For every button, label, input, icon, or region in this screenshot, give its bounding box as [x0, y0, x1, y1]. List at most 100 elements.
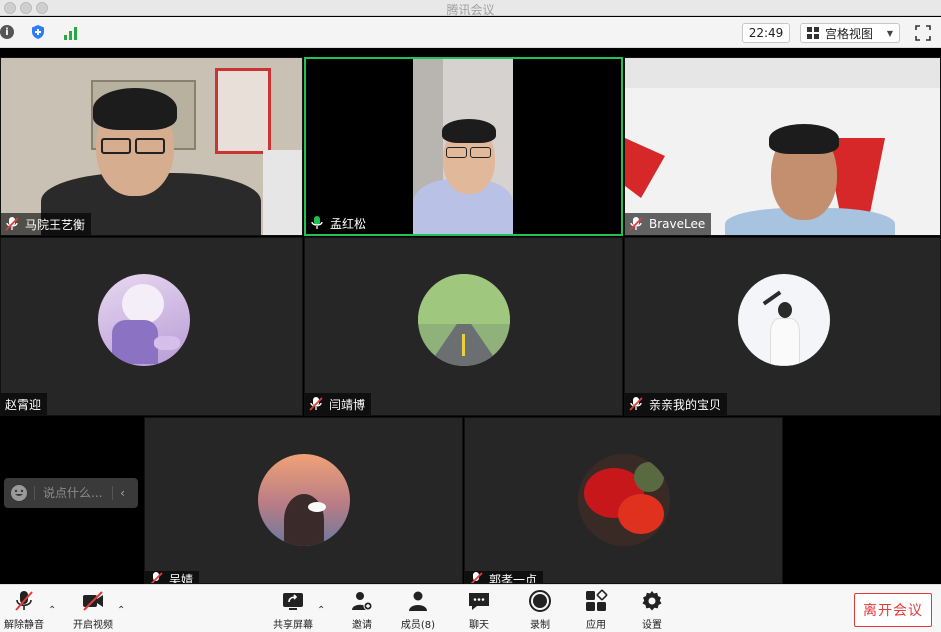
glasses	[101, 138, 131, 154]
unmute-button[interactable]: 解除静音	[0, 589, 48, 631]
chat-icon	[469, 593, 489, 610]
video-tile[interactable]: 亲亲我的宝贝	[624, 237, 941, 416]
avatar-figure	[112, 320, 158, 364]
participant-name-tag: 吴婧	[145, 571, 200, 583]
apps-icon	[586, 589, 608, 611]
mic-muted-icon	[629, 396, 643, 412]
record-icon	[529, 590, 551, 612]
members-label: 成员(8)	[400, 620, 436, 631]
video-tile[interactable]: 闫靖博	[304, 237, 623, 416]
mic-muted-icon	[629, 216, 643, 232]
video-tile[interactable]: 马院王艺衡	[0, 57, 303, 236]
camera-off-icon	[83, 591, 103, 611]
participant-name-tag: 赵霄迎	[1, 393, 48, 415]
person-hair	[442, 119, 496, 143]
participant-name: 郭孝一贞	[489, 573, 538, 583]
avatar-bow	[308, 502, 326, 512]
chat-input-box: ‹	[4, 478, 138, 508]
leave-meeting-button[interactable]: 离开会议	[854, 593, 932, 627]
chat-label: 聊天	[469, 620, 489, 631]
mic-active-icon	[310, 215, 324, 231]
avatar-flowers	[154, 336, 180, 350]
participant-name-tag: 郭孝一贞	[465, 571, 544, 583]
add-user-icon	[352, 592, 373, 611]
window-title: 腾讯会议	[446, 3, 495, 17]
avatar-trees	[418, 274, 510, 324]
participant-avatar	[98, 274, 190, 366]
chevron-up-icon[interactable]: ⌃	[48, 605, 58, 616]
video-tile[interactable]: 赵霄迎	[0, 237, 303, 416]
glasses	[470, 147, 491, 158]
share-screen-label: 共享屏幕	[273, 620, 313, 631]
info-icon[interactable]: i	[0, 25, 14, 39]
apps-button[interactable]: 应用	[572, 589, 620, 631]
meeting-clock: 22:49	[742, 23, 790, 43]
video-tile[interactable]: BraveLee	[624, 57, 941, 236]
glasses	[446, 147, 467, 158]
participant-name-tag: 闫靖博	[305, 393, 372, 415]
members-button[interactable]: 成员(8)	[394, 589, 442, 631]
ceiling	[625, 58, 940, 88]
participant-name: BraveLee	[649, 217, 706, 231]
participant-name: 亲亲我的宝贝	[649, 397, 722, 412]
red-wall-decor	[625, 138, 665, 198]
grid-view-dropdown[interactable]: 宫格视图 ▼	[800, 23, 900, 43]
avatar-arm	[762, 290, 782, 306]
fullscreen-icon[interactable]	[915, 25, 931, 41]
participant-name: 吴婧	[169, 573, 194, 583]
video-tile[interactable]: 郭孝一贞	[464, 417, 783, 584]
gear-icon	[642, 591, 662, 611]
participant-avatar	[258, 454, 350, 546]
members-icon	[409, 591, 427, 611]
video-feed	[413, 59, 513, 234]
mic-muted-icon	[5, 216, 19, 232]
start-video-label: 开启视频	[73, 620, 113, 631]
avatar-figure	[122, 284, 164, 324]
chat-input[interactable]	[34, 486, 112, 500]
record-label: 录制	[530, 620, 550, 631]
title-bar: 腾讯会议	[0, 0, 941, 17]
apps-label: 应用	[586, 620, 606, 631]
chevron-left-icon[interactable]: ‹	[112, 486, 132, 500]
participant-name: 孟红松	[330, 216, 367, 231]
participant-name-tag: BraveLee	[625, 213, 712, 235]
participant-name-tag: 孟红松	[306, 212, 373, 234]
chevron-up-icon[interactable]: ⌃	[117, 605, 127, 616]
participant-avatar	[738, 274, 830, 366]
unmute-label: 解除静音	[4, 620, 44, 631]
share-screen-icon	[283, 593, 303, 610]
mic-muted-icon	[149, 571, 163, 583]
top-toolbar: i 22:49 宫格视图 ▼	[0, 17, 941, 48]
wall-poster	[215, 68, 271, 154]
record-button[interactable]: 录制	[516, 589, 564, 631]
grid-view-icon	[807, 27, 819, 39]
start-video-button[interactable]: 开启视频	[69, 589, 117, 631]
active-speaker-tile[interactable]: 孟红松	[304, 57, 623, 236]
avatar-road-line	[462, 334, 465, 356]
settings-label: 设置	[642, 620, 662, 631]
mic-muted-icon	[15, 591, 33, 611]
mic-muted-icon	[469, 571, 483, 583]
grid-view-label: 宫格视图	[825, 26, 874, 41]
video-tile[interactable]: 吴婧	[144, 417, 463, 584]
participant-avatar	[578, 454, 670, 546]
avatar-green-leaves	[634, 462, 664, 492]
share-screen-button[interactable]: 共享屏幕	[269, 589, 317, 631]
shield-icon[interactable]	[30, 24, 46, 40]
invite-button[interactable]: 邀请	[338, 589, 386, 631]
participant-name: 赵霄迎	[5, 397, 42, 412]
bottom-toolbar: 解除静音 ⌃ 开启视频 ⌃ 共享屏幕 ⌃ 邀请 成员(8) 聊天 录制 应用 设…	[0, 584, 941, 632]
invite-label: 邀请	[352, 620, 372, 631]
chevron-down-icon: ▼	[886, 28, 893, 38]
cabinet	[263, 150, 302, 235]
participant-name: 马院王艺衡	[25, 217, 86, 232]
emoji-icon[interactable]	[10, 484, 28, 502]
chevron-up-icon[interactable]: ⌃	[317, 605, 327, 616]
settings-button[interactable]: 设置	[628, 589, 676, 631]
avatar-figure	[770, 318, 800, 366]
participant-name-tag: 马院王艺衡	[1, 213, 92, 235]
chat-button[interactable]: 聊天	[455, 589, 503, 631]
avatar-red-leaves	[618, 494, 664, 534]
participant-name-tag: 亲亲我的宝贝	[625, 393, 728, 415]
signal-icon[interactable]	[62, 24, 78, 40]
